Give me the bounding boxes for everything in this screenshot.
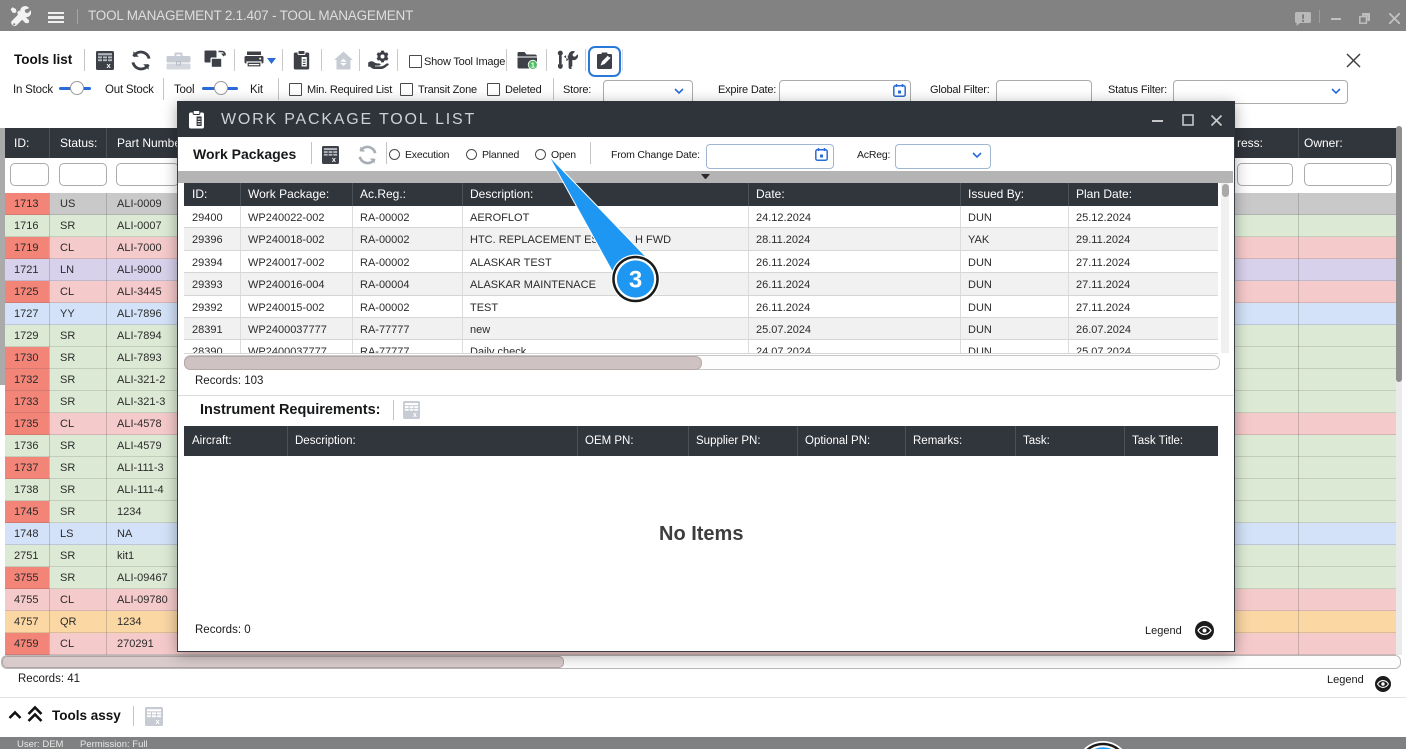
svg-text:3: 3 [629,267,642,294]
svg-text:x: x [413,411,417,419]
svg-text:x: x [332,156,336,164]
svg-text:1: 1 [531,61,535,70]
